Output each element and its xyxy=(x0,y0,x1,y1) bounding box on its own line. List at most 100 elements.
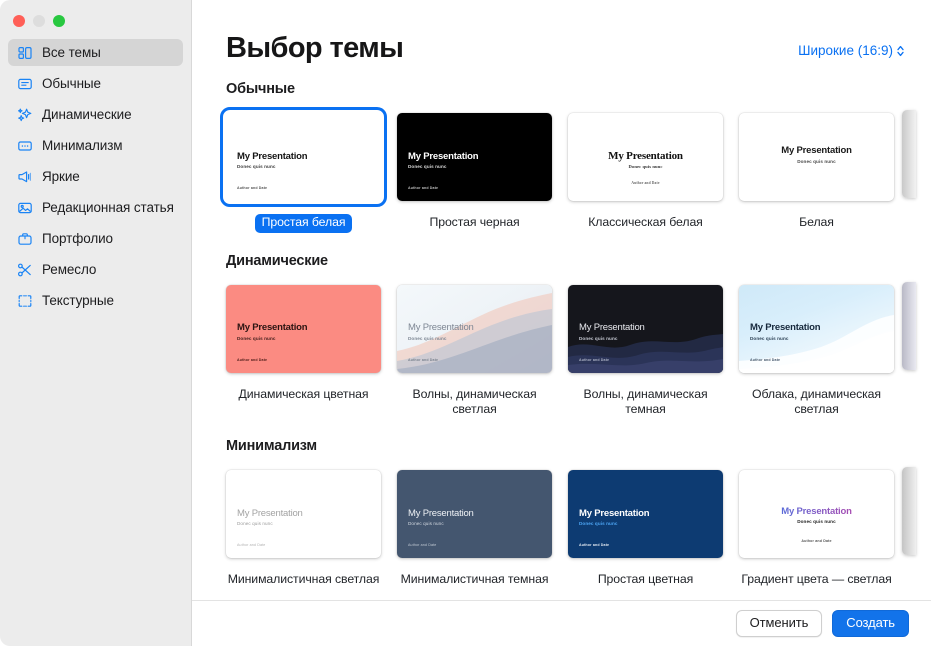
slide-footer: Author and Date xyxy=(579,357,610,362)
minimize-button[interactable] xyxy=(33,15,45,27)
theme-thumbnail-frame: My Presentation Donec quis nunc Author a… xyxy=(220,464,387,564)
slide-preview-text: My Presentation Donec quis nunc xyxy=(739,506,894,524)
theme-thumbnail: My Presentation Donec quis nunc Author a… xyxy=(568,284,723,373)
slide-title: My Presentation xyxy=(237,150,308,162)
sidebar-item-label: Обычные xyxy=(42,76,101,91)
sidebar-item-editorial[interactable]: Редакционная статья xyxy=(8,194,183,221)
theme-thumbnail-frame: My Presentation Donec quis nunc Author a… xyxy=(733,279,900,379)
theme-card[interactable]: My Presentation Donec quis nunc Белая xyxy=(731,107,902,231)
theme-caption: Динамическая цветная xyxy=(238,386,369,401)
sidebar-item-portfolio[interactable]: Портфолио xyxy=(8,225,183,252)
grid-icon xyxy=(16,44,33,61)
close-button[interactable] xyxy=(13,15,25,27)
slide-title: My Presentation xyxy=(237,507,303,519)
theme-thumbnail: My Presentation Donec quis nunc Author a… xyxy=(739,469,894,558)
sidebar-item-bold[interactable]: Яркие xyxy=(8,163,183,190)
slide-subtitle: Donec quis nunc xyxy=(237,520,273,526)
sidebar-item-textured[interactable]: Текстурные xyxy=(8,287,183,314)
slide-subtitle: Donec quis nunc xyxy=(237,164,276,170)
sidebar: Все темы Обычные Динамические Минимализм… xyxy=(0,0,192,646)
theme-card[interactable]: My Presentation Donec quis nunc Author a… xyxy=(389,107,560,231)
slide-title: My Presentation xyxy=(579,322,645,334)
section-title: Обычные xyxy=(226,81,295,97)
theme-thumbnail: My Presentation Donec quis nunc Author a… xyxy=(397,284,552,373)
slide-lines-icon xyxy=(16,75,33,92)
sidebar-item-minimal[interactable]: Минимализм xyxy=(8,132,183,159)
theme-caption: Классическая белая xyxy=(588,215,703,229)
aspect-ratio-value: Широкие (16:9) xyxy=(798,43,893,58)
theme-card[interactable]: My Presentation Donec quis nunc Author a… xyxy=(218,464,389,588)
footer-bar: Отменить Создать xyxy=(192,600,931,646)
theme-card[interactable]: My Presentation Donec quis nunc Author a… xyxy=(389,279,560,418)
megaphone-icon xyxy=(16,168,33,185)
slide-title: My Presentation xyxy=(608,149,683,162)
section-dynamic: Динамические My Presentation Donec quis … xyxy=(192,253,931,418)
slide-title: My Presentation xyxy=(237,322,308,334)
slide-subtitle: Donec quis nunc xyxy=(408,335,447,341)
theme-caption: Простая цветная xyxy=(597,571,694,586)
slide-footer: Author and Date xyxy=(237,542,266,547)
slide-preview-text: My Presentation Donec quis nunc xyxy=(739,145,894,163)
theme-card[interactable]: My Presentation Donec quis nunc Author a… xyxy=(218,279,389,403)
theme-thumbnail-frame: My Presentation Donec quis nunc Author a… xyxy=(391,107,558,207)
sidebar-item-label: Портфолио xyxy=(42,231,113,246)
slide-footer: Author and Date xyxy=(408,542,437,547)
theme-caption: Минималистичная темная xyxy=(400,571,549,586)
theme-scroll-area[interactable]: Обычные My Presentation Donec quis nunc … xyxy=(192,63,931,600)
sidebar-item-label: Минимализм xyxy=(42,138,123,153)
theme-caption: Волны, динамическая темная xyxy=(583,386,708,417)
slide-preview-text: My Presentation Donec quis nunc xyxy=(237,322,371,341)
theme-thumbnail: My Presentation Donec quis nunc Author a… xyxy=(568,113,723,201)
slide-footer: Author and Date xyxy=(237,357,268,362)
page-title: Выбор темы xyxy=(226,32,404,64)
theme-thumbnail-frame: My Presentation Donec quis nunc Author a… xyxy=(562,464,729,564)
create-button[interactable]: Создать xyxy=(832,609,909,638)
slide-title: My Presentation xyxy=(408,322,474,334)
theme-caption: Простая белая xyxy=(254,214,353,233)
theme-caption: Облака, динамическая светлая xyxy=(752,386,881,417)
sidebar-item-dynamic[interactable]: Динамические xyxy=(8,101,183,128)
theme-card[interactable]: My Presentation Donec quis nunc Author a… xyxy=(560,464,731,588)
slide-subtitle: Donec quis nunc xyxy=(628,164,663,170)
theme-card[interactable]: My Presentation Donec quis nunc Author a… xyxy=(218,107,389,233)
sparkles-icon xyxy=(16,106,33,123)
theme-card-partial[interactable] xyxy=(902,466,916,555)
slide-subtitle: Donec quis nunc xyxy=(579,335,618,341)
theme-card[interactable]: My Presentation Donec quis nunc Author a… xyxy=(389,464,560,588)
theme-caption: Градиент цвета — светлая xyxy=(741,571,892,586)
theme-card[interactable]: My Presentation Donec quis nunc Author a… xyxy=(731,464,902,588)
slide-title: My Presentation xyxy=(408,150,479,162)
section-title: Динамические xyxy=(226,252,328,269)
slide-footer: Author and Date xyxy=(801,538,832,543)
theme-card[interactable]: My Presentation Donec quis nunc Author a… xyxy=(560,279,731,418)
sidebar-item-basic[interactable]: Обычные xyxy=(8,70,183,97)
sidebar-item-label: Яркие xyxy=(42,169,80,184)
sidebar-item-all-themes[interactable]: Все темы xyxy=(8,39,183,66)
photo-icon xyxy=(16,199,33,216)
chevron-updown-icon xyxy=(896,44,905,58)
theme-card-partial[interactable] xyxy=(902,110,916,198)
slide-preview-text: My Presentation Donec quis nunc xyxy=(408,322,542,341)
slide-footer: Author and Date xyxy=(750,357,781,362)
sidebar-item-craft[interactable]: Ремесло xyxy=(8,256,183,283)
theme-thumbnail: My Presentation Donec quis nunc xyxy=(739,113,894,201)
slide-title: My Presentation xyxy=(781,145,852,157)
theme-card-partial[interactable] xyxy=(902,281,916,370)
theme-thumbnail-frame: My Presentation Donec quis nunc Author a… xyxy=(391,464,558,564)
cancel-button[interactable]: Отменить xyxy=(735,609,823,638)
slide-title: My Presentation xyxy=(408,507,474,519)
sidebar-item-label: Текстурные xyxy=(42,293,114,308)
theme-card[interactable]: My Presentation Donec quis nunc Author a… xyxy=(731,279,902,418)
slide-footer: Author and Date xyxy=(631,181,660,185)
slide-preview-text: My Presentation Donec quis nunc xyxy=(237,150,371,170)
aspect-ratio-popup[interactable]: Широкие (16:9) xyxy=(798,43,905,58)
theme-thumbnail: My Presentation Donec quis nunc Author a… xyxy=(397,113,552,201)
theme-thumbnail: My Presentation Donec quis nunc Author a… xyxy=(226,469,381,558)
theme-card[interactable]: My Presentation Donec quis nunc Author a… xyxy=(560,107,731,231)
header: Выбор темы Широкие (16:9) xyxy=(192,0,931,63)
theme-thumbnail: My Presentation Donec quis nunc Author a… xyxy=(226,284,381,373)
slide-subtitle: Donec quis nunc xyxy=(750,335,789,341)
zoom-button[interactable] xyxy=(53,15,65,27)
slide-subtitle: Donec quis nunc xyxy=(237,335,276,341)
theme-thumbnail-frame: My Presentation Donec quis nunc xyxy=(733,107,900,207)
